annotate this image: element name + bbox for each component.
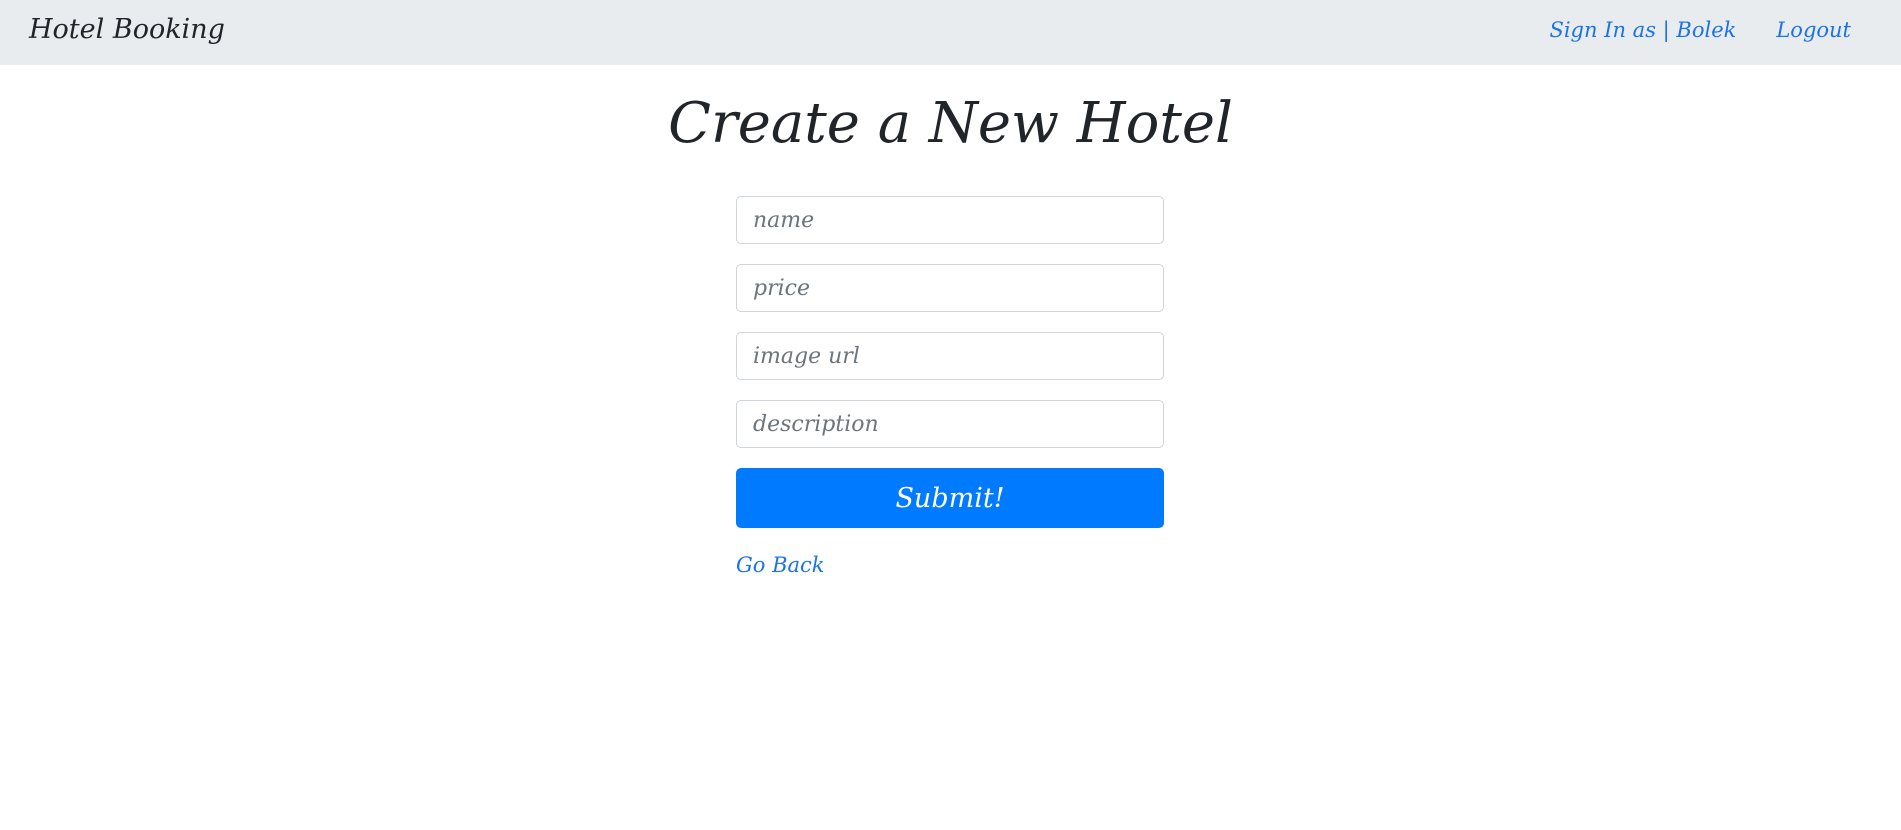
description-input[interactable]	[736, 400, 1164, 448]
page-title: Create a New Hotel	[668, 91, 1233, 156]
price-input[interactable]	[736, 264, 1164, 312]
sign-in-link[interactable]: Sign In as | Bolek	[1549, 15, 1736, 45]
submit-button[interactable]: Submit!	[736, 468, 1164, 528]
nav-links: Sign In as | Bolek Logout	[1549, 15, 1851, 45]
brand-link[interactable]: Hotel Booking	[29, 13, 225, 47]
create-hotel-form: Submit! Go Back	[736, 196, 1164, 580]
image-url-input[interactable]	[736, 332, 1164, 380]
go-back-link[interactable]: Go Back	[736, 550, 825, 580]
top-navbar: Hotel Booking Sign In as | Bolek Logout	[0, 0, 1901, 65]
logout-link[interactable]: Logout	[1776, 15, 1851, 45]
name-input[interactable]	[736, 196, 1164, 244]
